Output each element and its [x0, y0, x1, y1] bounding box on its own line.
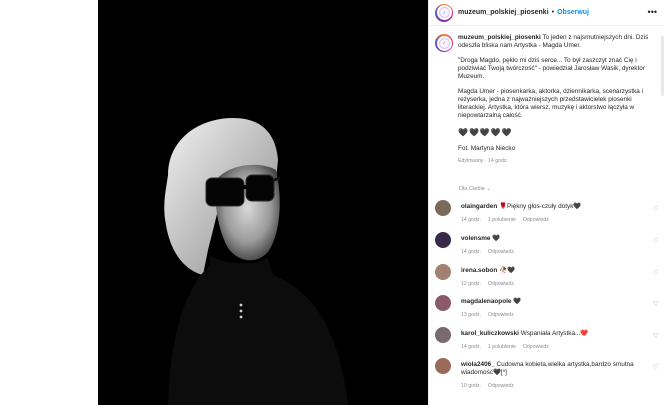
reply-button[interactable]: Odpowiedz: [488, 383, 514, 389]
caption-text-3: Magda Umer - piosenkarka, aktorka, dzien…: [458, 88, 644, 119]
caption-body: muzeum_polskiej_piosenki To jeden z najs…: [458, 34, 656, 165]
comment-time[interactable]: 14 godz.: [461, 217, 481, 223]
comment-time[interactable]: 10 godz.: [461, 383, 481, 389]
comment-text: Wspaniała Artystka...❤️: [520, 330, 589, 337]
reply-button[interactable]: Odpowiedz: [523, 344, 549, 350]
avatar[interactable]: [435, 200, 451, 216]
comment-username[interactable]: wiola2406_: [461, 361, 495, 368]
avatar[interactable]: [435, 232, 451, 248]
reply-button[interactable]: Odpowiedz: [488, 312, 514, 318]
comment-username[interactable]: karol_kuliczkowski: [461, 330, 519, 337]
heart-icon[interactable]: ♡: [653, 205, 659, 213]
separator-dot: •: [551, 9, 555, 16]
comment-username[interactable]: irena.sobon: [461, 267, 497, 274]
comment-time[interactable]: 13 godz.: [461, 312, 481, 318]
reply-button[interactable]: Odpowiedz: [488, 281, 514, 287]
caption: ♪ muzeum_polskiej_piosenki To jeden z na…: [435, 34, 657, 165]
chevron-down-icon: ⌄: [486, 186, 492, 192]
comment-time[interactable]: 12 godz.: [461, 281, 481, 287]
comment-text: 🥀🖤: [499, 267, 515, 274]
reply-button[interactable]: Odpowiedz: [488, 249, 514, 255]
for-you-label: Dla Ciebie: [459, 186, 485, 192]
heart-icon[interactable]: ♡: [653, 237, 659, 245]
follow-button[interactable]: Obserwuj: [557, 9, 589, 16]
heart-icon[interactable]: ♡: [653, 332, 659, 340]
caption-avatar[interactable]: ♪: [435, 34, 453, 52]
comment-text: 🌹Piękny głos-czuły dotyk🖤: [499, 203, 582, 210]
avatar[interactable]: [435, 264, 451, 280]
comment-time[interactable]: 14 godz.: [461, 249, 481, 255]
caption-text-2: "Droga Magdo, pękło mi dziś serce... To …: [458, 57, 645, 80]
post-photo[interactable]: [98, 0, 428, 405]
account-username[interactable]: muzeum_polskiej_piosenki: [458, 9, 549, 16]
comment-username[interactable]: volensme: [461, 235, 490, 242]
comment-username[interactable]: magdalenaopole: [461, 298, 511, 305]
portrait-image: [98, 0, 428, 405]
comment-text: 🖤: [492, 235, 501, 242]
heart-icon[interactable]: ♡: [653, 363, 659, 371]
avatar[interactable]: [435, 327, 451, 343]
caption-username[interactable]: muzeum_polskiej_piosenki: [458, 34, 541, 41]
for-you-sort[interactable]: Dla Ciebie ⌄: [459, 186, 491, 192]
more-horizontal-icon[interactable]: •••: [648, 7, 657, 17]
comment-time[interactable]: 14 godz.: [461, 344, 481, 350]
left-margin: [0, 0, 98, 405]
comment-text: 🖤: [513, 298, 522, 305]
avatar[interactable]: [435, 295, 451, 311]
comment-username[interactable]: olaingarden: [461, 203, 497, 210]
museum-logo-icon: ♪: [438, 37, 450, 49]
post-header: ♪ muzeum_polskiej_piosenki • Obserwuj ••…: [429, 0, 664, 26]
post-side-panel: ♪ muzeum_polskiej_piosenki • Obserwuj ••…: [428, 0, 664, 405]
account-avatar[interactable]: ♪: [435, 3, 453, 22]
heart-icon[interactable]: ♡: [653, 269, 659, 277]
caption-hearts: 🖤🖤🖤🖤🖤: [458, 128, 513, 137]
photo-credit: Fot. Martyna Niecko: [458, 145, 516, 152]
museum-logo-icon: ♪: [438, 7, 450, 18]
reply-button[interactable]: Odpowiedz: [523, 217, 549, 223]
comment-likes[interactable]: 1 polubienie: [488, 217, 516, 223]
edited-timestamp: Edytowany · 14 godz.: [458, 158, 508, 164]
comment-likes[interactable]: 1 polubienie: [488, 344, 516, 350]
avatar[interactable]: [435, 358, 451, 374]
heart-icon[interactable]: ♡: [653, 300, 659, 308]
